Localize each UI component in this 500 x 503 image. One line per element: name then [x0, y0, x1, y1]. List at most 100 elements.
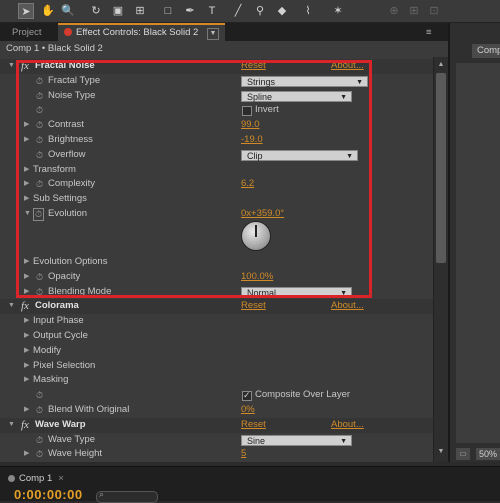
about-link[interactable]: About... — [331, 418, 364, 433]
pen-tool-icon[interactable]: ✒ — [182, 3, 198, 19]
stopwatch-icon[interactable]: ⏱ — [36, 103, 43, 118]
puppet-pin-tool-icon[interactable]: ✶ — [330, 3, 346, 19]
eraser-tool-icon[interactable]: ◆ — [274, 3, 290, 19]
wave-height-value[interactable]: 5 — [241, 447, 246, 462]
opacity-value[interactable]: 100.0% — [241, 270, 273, 285]
contrast-value[interactable]: 99.0 — [241, 118, 260, 133]
noise-type-dropdown[interactable]: Spline ▼ — [241, 90, 352, 102]
about-link[interactable]: About... — [331, 59, 364, 74]
stopwatch-icon[interactable]: ⏱ — [36, 148, 43, 163]
twirl-right-icon[interactable]: ▶ — [24, 180, 30, 187]
stopwatch-icon[interactable]: ⏱ — [36, 270, 43, 285]
overflow-dropdown[interactable]: Clip ▼ — [241, 149, 358, 161]
stopwatch-icon[interactable]: ⏱ — [36, 177, 43, 192]
twirl-right-icon[interactable]: ▶ — [24, 288, 30, 295]
twirl-right-icon[interactable]: ▶ — [24, 166, 30, 173]
property-group-evolution-options[interactable]: ▶ Evolution Options — [0, 255, 433, 270]
axis-view-icon[interactable]: ⊡ — [426, 3, 442, 19]
camera-tool-icon[interactable]: ▣ — [110, 3, 126, 19]
stopwatch-icon[interactable]: ⏱ — [36, 403, 43, 418]
roto-brush-tool-icon[interactable]: ⌇ — [300, 3, 316, 19]
zoom-tool-icon[interactable]: 🔍 — [60, 3, 76, 19]
twirl-right-icon[interactable]: ▶ — [24, 317, 30, 324]
property-group-pixel-selection[interactable]: ▶ Pixel Selection — [0, 359, 433, 374]
scroll-up-icon[interactable]: ▲ — [436, 60, 446, 70]
tab-project[interactable]: Project — [6, 25, 48, 41]
twirl-down-icon[interactable]: ▼ — [8, 302, 15, 309]
timeline-search-input[interactable]: ⌕ — [96, 489, 158, 503]
twirl-down-icon[interactable]: ▼ — [8, 421, 15, 428]
twirl-down-icon[interactable]: ▼ — [24, 210, 31, 217]
evolution-angle-dial[interactable] — [241, 221, 271, 251]
text-tool-icon[interactable]: T — [204, 3, 220, 19]
stopwatch-icon[interactable]: ⏱ — [36, 133, 43, 148]
stopwatch-icon[interactable]: ⏱ — [36, 118, 43, 133]
fx-icon[interactable]: fx — [21, 418, 29, 433]
effect-row-fractal-noise[interactable]: ▼ fx Fractal Noise Reset About... — [0, 59, 433, 74]
rotate-tool-icon[interactable]: ↻ — [88, 3, 104, 19]
brightness-value[interactable]: -19.0 — [241, 133, 263, 148]
composite-over-layer-checkbox[interactable] — [242, 388, 252, 403]
wave-type-dropdown[interactable]: Sine ▼ — [241, 434, 352, 446]
clone-stamp-tool-icon[interactable]: ⚲ — [252, 3, 268, 19]
property-group-transform[interactable]: ▶ Transform — [0, 163, 433, 178]
twirl-right-icon[interactable]: ▶ — [24, 332, 30, 339]
brush-tool-icon[interactable]: ╱ — [230, 3, 246, 19]
twirl-down-icon[interactable]: ▼ — [8, 62, 15, 69]
scroll-down-icon[interactable]: ▼ — [436, 447, 446, 457]
select-tool-icon[interactable]: ➤ — [18, 3, 34, 19]
stopwatch-icon[interactable]: ⏱ — [36, 447, 43, 462]
property-group-output-cycle[interactable]: ▶ Output Cycle — [0, 329, 433, 344]
property-group-modify[interactable]: ▶ Modify — [0, 344, 433, 359]
reset-link[interactable]: Reset — [241, 418, 266, 433]
fractal-type-dropdown[interactable]: Strings ▼ — [241, 75, 368, 87]
comp-tab[interactable]: Comp — [472, 44, 500, 58]
hand-tool-icon[interactable]: ✋ — [40, 3, 56, 19]
stopwatch-icon[interactable]: ⏱ — [33, 208, 45, 221]
effect-row-wave-warp[interactable]: ▼ fx Wave Warp Reset About... — [0, 417, 433, 433]
axis-local-icon[interactable]: ⊕ — [386, 3, 402, 19]
magnification-dropdown[interactable]: 50% — [476, 448, 500, 460]
region-of-interest-icon[interactable]: ▭ — [456, 448, 470, 460]
invert-checkbox[interactable] — [242, 106, 252, 117]
twirl-right-icon[interactable]: ▶ — [24, 121, 30, 128]
stopwatch-icon[interactable]: ⏱ — [36, 74, 43, 89]
twirl-right-icon[interactable]: ▶ — [24, 136, 30, 143]
twirl-right-icon[interactable]: ▶ — [24, 258, 30, 265]
twirl-right-icon[interactable]: ▶ — [24, 195, 30, 202]
axis-world-icon[interactable]: ⊞ — [406, 3, 422, 19]
panel-menu-icon[interactable]: × — [58, 473, 64, 484]
complexity-value[interactable]: 6.2 — [241, 177, 254, 192]
stopwatch-icon[interactable]: ⏱ — [36, 285, 43, 300]
twirl-right-icon[interactable]: ▶ — [24, 376, 30, 383]
pan-behind-tool-icon[interactable]: ⊞ — [132, 3, 148, 19]
blending-mode-dropdown[interactable]: Normal ▼ — [241, 286, 352, 298]
tab-comp-1[interactable]: Comp 1 × — [8, 472, 64, 486]
reset-link[interactable]: Reset — [241, 299, 266, 314]
about-link[interactable]: About... — [331, 299, 364, 314]
stopwatch-icon[interactable]: ⏱ — [36, 433, 43, 448]
evolution-value[interactable]: 0x+359.0° — [241, 207, 284, 222]
blend-with-original-value[interactable]: 0% — [241, 403, 255, 418]
tab-effect-controls[interactable]: Effect Controls: Black Solid 2 ▼ — [58, 23, 225, 43]
scroll-thumb[interactable] — [436, 73, 446, 263]
property-group-masking[interactable]: ▶ Masking — [0, 373, 433, 388]
close-tab-icon[interactable] — [64, 28, 72, 37]
composition-viewer[interactable] — [456, 63, 500, 443]
stopwatch-icon[interactable]: ⏱ — [36, 89, 43, 104]
close-tab-icon[interactable] — [8, 474, 15, 482]
reset-link[interactable]: Reset — [241, 59, 266, 74]
twirl-right-icon[interactable]: ▶ — [24, 362, 30, 369]
twirl-right-icon[interactable]: ▶ — [24, 347, 30, 354]
stopwatch-icon[interactable]: ⏱ — [36, 388, 43, 403]
rectangle-mask-tool-icon[interactable]: □ — [160, 3, 176, 19]
fx-icon[interactable]: fx — [21, 299, 29, 314]
twirl-right-icon[interactable]: ▶ — [24, 450, 30, 457]
layer-dropdown-arrow-icon[interactable]: ▼ — [206, 28, 219, 40]
vertical-scrollbar[interactable]: ▲ ▼ — [433, 57, 448, 462]
twirl-right-icon[interactable]: ▶ — [24, 406, 30, 413]
fx-icon[interactable]: fx — [21, 59, 29, 74]
effect-row-colorama[interactable]: ▼ fx Colorama Reset About... — [0, 299, 433, 315]
property-group-input-phase[interactable]: ▶ Input Phase — [0, 314, 433, 329]
property-group-sub-settings[interactable]: ▶ Sub Settings — [0, 192, 433, 207]
